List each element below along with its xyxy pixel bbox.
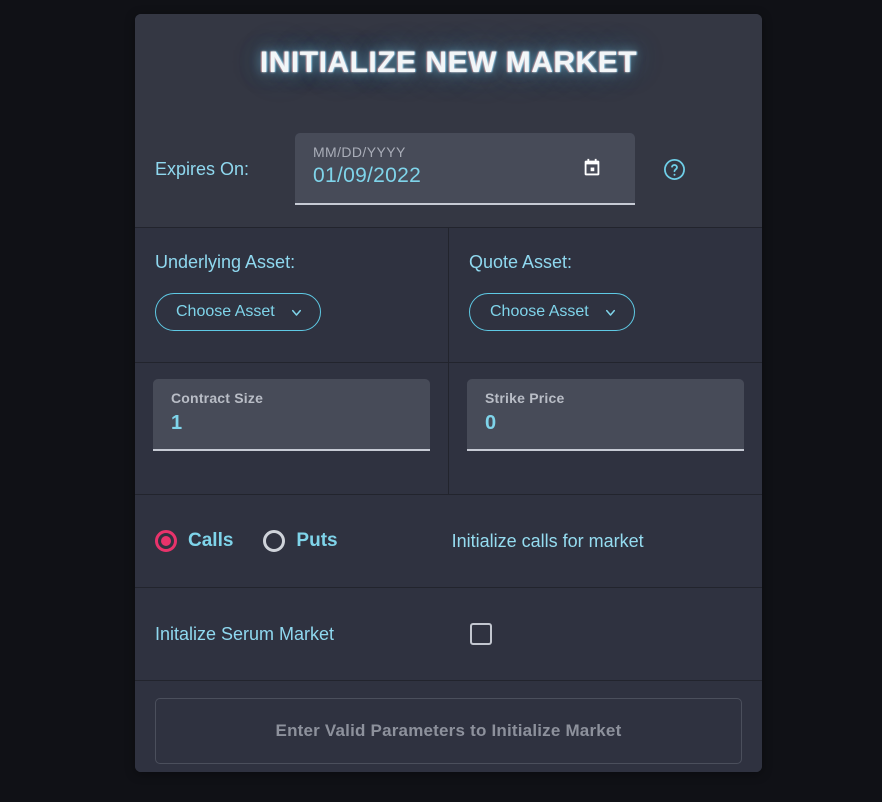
page-root: INITIALIZE NEW MARKET Expires On: MM/DD/…: [0, 0, 882, 802]
help-circle-icon[interactable]: [661, 156, 687, 182]
strike-price-column: Strike Price 0: [449, 363, 762, 494]
chevron-down-icon: [603, 305, 618, 320]
serum-market-row: Initalize Serum Market: [135, 588, 762, 681]
underlying-asset-select[interactable]: Choose Asset: [155, 293, 321, 331]
radio-puts-indicator: [263, 530, 285, 552]
contract-size-value: 1: [171, 412, 414, 435]
underlying-asset-label: Underlying Asset:: [155, 252, 428, 273]
calendar-icon[interactable]: [579, 155, 605, 181]
expiry-date-field[interactable]: MM/DD/YYYY 01/09/2022: [295, 133, 635, 205]
expires-on-label: Expires On:: [155, 159, 295, 180]
radio-puts[interactable]: Puts: [263, 530, 337, 552]
expiry-date-value: 01/09/2022: [313, 164, 621, 188]
option-type-hint: Initialize calls for market: [452, 531, 644, 552]
quote-asset-select[interactable]: Choose Asset: [469, 293, 635, 331]
contract-size-input[interactable]: Contract Size 1: [153, 379, 430, 451]
expiry-date-placeholder: MM/DD/YYYY: [313, 144, 621, 160]
initialize-market-panel: INITIALIZE NEW MARKET Expires On: MM/DD/…: [135, 14, 762, 772]
radio-puts-label: Puts: [296, 530, 337, 552]
serum-market-label: Initalize Serum Market: [155, 624, 470, 645]
contract-size-column: Contract Size 1: [135, 363, 449, 494]
serum-market-checkbox[interactable]: [470, 623, 492, 645]
numeric-inputs-row: Contract Size 1 Strike Price 0: [135, 363, 762, 495]
radio-calls-label: Calls: [188, 530, 233, 552]
page-title: INITIALIZE NEW MARKET: [260, 46, 637, 80]
strike-price-label: Strike Price: [485, 390, 728, 406]
expires-on-row: Expires On: MM/DD/YYYY 01/09/2022: [135, 111, 762, 228]
strike-price-input[interactable]: Strike Price 0: [467, 379, 744, 451]
underlying-asset-column: Underlying Asset: Choose Asset: [135, 228, 449, 362]
quote-asset-select-label: Choose Asset: [490, 303, 589, 321]
panel-header: INITIALIZE NEW MARKET: [135, 14, 762, 111]
chevron-down-icon: [289, 305, 304, 320]
contract-size-label: Contract Size: [171, 390, 414, 406]
radio-calls-indicator: [155, 530, 177, 552]
strike-price-value: 0: [485, 412, 728, 435]
radio-calls[interactable]: Calls: [155, 530, 233, 552]
option-type-row: Calls Puts Initialize calls for market: [135, 495, 762, 588]
underlying-asset-select-label: Choose Asset: [176, 303, 275, 321]
asset-selection-row: Underlying Asset: Choose Asset Quote Ass…: [135, 228, 762, 363]
submit-row: Enter Valid Parameters to Initialize Mar…: [135, 681, 762, 772]
quote-asset-column: Quote Asset: Choose Asset: [449, 228, 762, 362]
initialize-market-button[interactable]: Enter Valid Parameters to Initialize Mar…: [155, 698, 742, 764]
quote-asset-label: Quote Asset:: [469, 252, 742, 273]
